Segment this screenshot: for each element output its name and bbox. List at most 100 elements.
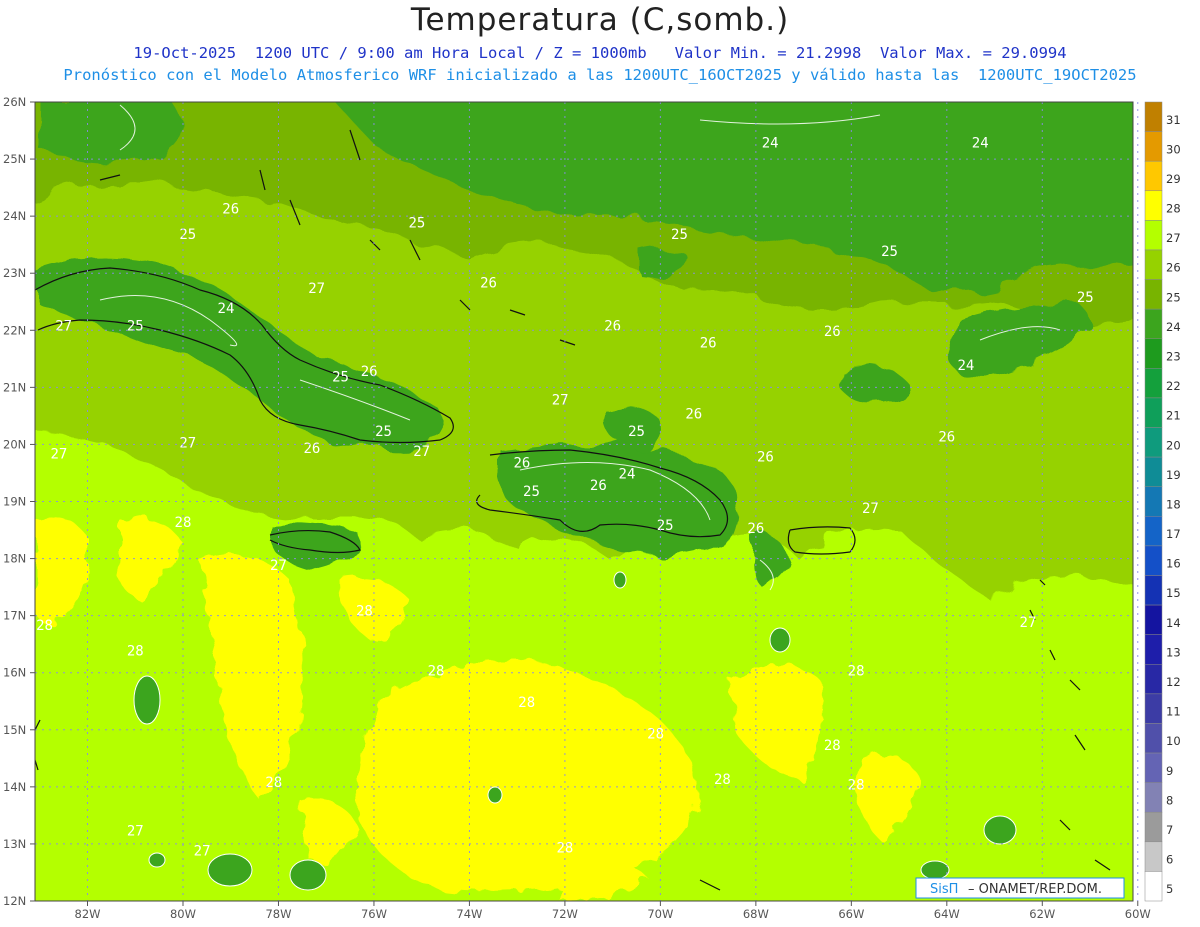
colorbar-label: 25 [1166, 290, 1181, 304]
lat-tick-label: 15N [3, 723, 26, 737]
contour-value-label: 26 [685, 407, 702, 423]
lat-tick-label: 13N [3, 837, 26, 851]
colorbar-swatch [1144, 545, 1163, 576]
contour-value-label: 28 [356, 604, 373, 620]
colorbar-swatch [1144, 604, 1163, 635]
colorbar-label: 28 [1166, 202, 1181, 216]
lat-tick-label: 20N [3, 437, 26, 451]
contour-value-label: 26 [604, 318, 621, 334]
colorbar-label: 22 [1166, 379, 1181, 393]
colorbar-label: 19 [1166, 468, 1181, 482]
sispi-logo: SisΠ [930, 882, 958, 897]
colorbar-swatch [1144, 249, 1163, 280]
colorbar-label: 21 [1166, 409, 1181, 423]
contour-value-label: 26 [700, 335, 717, 351]
contour-value-label: 27 [55, 318, 72, 334]
colorbar-swatch [1144, 486, 1163, 517]
contour-value-label: 26 [303, 441, 320, 457]
colorbar-swatch [1144, 190, 1163, 221]
lat-tick-label: 14N [3, 780, 26, 794]
colorbar-swatch [1144, 634, 1163, 665]
lat-tick-label: 18N [3, 552, 26, 566]
colorbar-swatch [1144, 131, 1163, 162]
colorbar-swatch [1144, 811, 1163, 843]
contour-value-label: 25 [179, 227, 196, 243]
lat-tick-label: 23N [3, 266, 26, 280]
colorbar-swatch [1144, 723, 1163, 754]
contour-value-label: 25 [523, 484, 540, 500]
contour-value-label: 28 [848, 778, 865, 794]
contour-value-label: 27 [127, 823, 144, 839]
colorbar-label: 10 [1166, 734, 1181, 748]
contour-value-label: 28 [518, 695, 535, 711]
colorbar-label: 6 [1166, 853, 1173, 867]
temperature-map: 26 25 25 25 25 24 24 26 27 26 27 25 24 26 26 25 24 25 26 27… [3, 95, 1181, 921]
contour-value-label: 26 [222, 201, 239, 217]
contour-value-label: 25 [332, 370, 349, 386]
lon-tick-label: 66W [838, 907, 864, 921]
contour-value-label: 24 [972, 136, 989, 152]
colorbar-swatch [1144, 752, 1163, 783]
contour-value-label: 27 [194, 843, 211, 859]
contour-value-label: 26 [757, 450, 774, 466]
colorbar-swatch [1144, 782, 1163, 813]
lat-tick-label: 16N [3, 666, 26, 680]
contour-value-label: 28 [265, 775, 282, 791]
colorbar-swatch [1144, 338, 1163, 369]
colorbar-swatch [1144, 308, 1163, 339]
contour-value-label: 28 [428, 664, 445, 680]
lon-tick-label: 74W [456, 907, 482, 921]
lon-tick-label: 64W [934, 907, 960, 921]
colorbar-label: 7 [1166, 823, 1173, 837]
colorbar-label: 8 [1166, 793, 1173, 807]
latitude-axis: 26N 25N 24N 23N 22N 21N 20N 19N 18N 17N 16N 15N 14N 1… [3, 95, 35, 908]
colorbar-label: 18 [1166, 497, 1181, 511]
contour-value-label: 27 [413, 444, 430, 460]
colorbar-swatch [1144, 664, 1163, 695]
colorbar-swatch [1144, 220, 1163, 251]
contour-value-label: 25 [628, 424, 645, 440]
colorbar-label: 17 [1166, 527, 1181, 541]
contour-value-label: 26 [514, 455, 531, 471]
contour-value-label: 25 [375, 424, 392, 440]
colorbar-swatch [1144, 368, 1163, 399]
lat-tick-label: 17N [3, 609, 26, 623]
colorbar-swatch [1144, 841, 1163, 872]
contour-value-label: 26 [480, 275, 497, 291]
contour-value-label: 26 [824, 324, 841, 340]
colorbar-swatch [1144, 871, 1163, 902]
lat-tick-label: 25N [3, 152, 26, 166]
lon-tick-label: 72W [552, 907, 578, 921]
contour-value-label: 27 [179, 435, 196, 451]
lat-tick-label: 26N [3, 95, 26, 109]
lon-tick-label: 68W [743, 907, 769, 921]
contour-value-label: 25 [127, 318, 144, 334]
colorbar-label: 16 [1166, 557, 1181, 571]
color-scale-bar: 31 30 29 28 27 26 25 24 23 22 21 20 19 18 17 16 15 14 13 12… [1144, 101, 1181, 902]
contour-value-label: 24 [218, 301, 235, 317]
longitude-axis: 82W 80W 78W 76W 74W 72W 70W 68W 66W 64W 62W 60W [75, 901, 1151, 921]
contour-value-label: 28 [647, 726, 664, 742]
colorbar-label: 20 [1166, 438, 1181, 452]
contour-value-label: 25 [881, 244, 898, 260]
colorbar-swatch [1144, 516, 1163, 547]
colorbar-label: 12 [1166, 675, 1181, 689]
lat-tick-label: 21N [3, 380, 26, 394]
colorbar-label: 30 [1166, 142, 1181, 156]
colorbar-label: 26 [1166, 261, 1181, 275]
colorbar-swatch [1144, 397, 1163, 428]
contour-value-label: 27 [552, 392, 569, 408]
contour-value-label: 28 [824, 738, 841, 754]
contour-value-label: 28 [127, 644, 144, 660]
contour-value-label: 28 [36, 618, 53, 634]
colorbar-label: 11 [1166, 705, 1181, 719]
colorbar-label: 24 [1166, 320, 1181, 334]
colorbar-label: 31 [1166, 113, 1181, 127]
lon-tick-label: 60W [1125, 907, 1151, 921]
lat-tick-label: 24N [3, 209, 26, 223]
lon-tick-label: 78W [265, 907, 291, 921]
colorbar-swatch [1144, 101, 1163, 132]
contour-value-label: 27 [50, 447, 67, 463]
lon-tick-label: 62W [1029, 907, 1055, 921]
contour-value-label: 27 [308, 281, 325, 297]
